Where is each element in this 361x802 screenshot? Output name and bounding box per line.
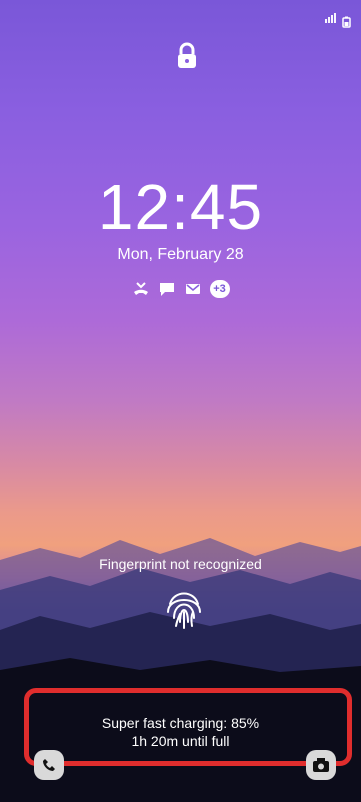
lock-screen: 12:45 Mon, February 28 +3 Fingerprint no… <box>0 0 361 802</box>
battery-icon <box>342 16 351 28</box>
mail-icon <box>185 284 200 294</box>
signal-icon <box>325 10 337 28</box>
fingerprint-message: Fingerprint not recognized <box>99 556 262 572</box>
message-icon <box>159 283 174 296</box>
camera-shortcut-button[interactable] <box>306 750 336 780</box>
phone-shortcut-button[interactable] <box>34 750 64 780</box>
more-notifications-badge: +3 <box>209 280 230 298</box>
notification-icons[interactable]: +3 <box>0 280 361 298</box>
clock-time: 12:45 <box>97 171 264 243</box>
status-bar <box>325 10 351 28</box>
fingerprint-icon[interactable] <box>160 584 208 634</box>
clock-date: Mon, February 28 <box>117 246 244 263</box>
charging-highlight-box <box>24 688 352 766</box>
missed-call-icon <box>133 282 148 295</box>
phone-icon <box>43 759 55 771</box>
lock-icon[interactable] <box>174 42 200 70</box>
camera-icon <box>313 758 329 772</box>
